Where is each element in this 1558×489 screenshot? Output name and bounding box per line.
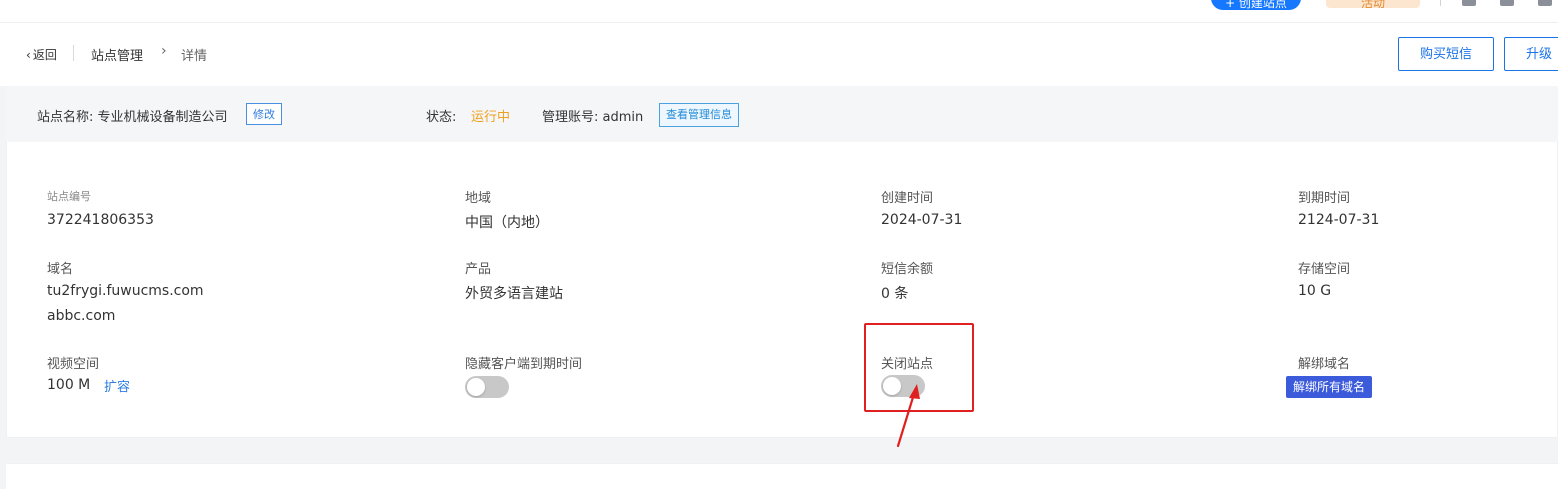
top-separator	[1440, 0, 1441, 6]
site-name-text: 站点名称: 专业机械设备制造公司	[37, 110, 228, 125]
status-label: 状态:	[426, 110, 457, 125]
hide-expire-toggle[interactable]	[465, 376, 509, 398]
promo-button[interactable]: 活动	[1326, 0, 1420, 8]
domain-label: 域名	[47, 262, 74, 277]
page-header: ‹ 返回 站点管理 › 详情 购买短信 升级	[0, 23, 1558, 86]
domain-value: abbc.com	[47, 308, 116, 324]
breadcrumb-site-management[interactable]: 站点管理	[91, 45, 143, 64]
domain-value: tu2frygi.fuwucms.com	[47, 283, 204, 299]
view-admin-info-button[interactable]: 查看管理信息	[659, 103, 739, 127]
region-label: 地域	[465, 191, 492, 206]
unbind-all-domains-button[interactable]: 解绑所有域名	[1286, 376, 1373, 398]
sms-balance-value: 0 条	[881, 286, 909, 302]
status-value: 运行中	[471, 110, 511, 125]
message-icon[interactable]	[1500, 0, 1514, 6]
bottom-panel	[6, 463, 1558, 489]
upgrade-button[interactable]: 升级	[1504, 37, 1558, 71]
expire-time-label: 到期时间	[1298, 191, 1351, 206]
created-time-label: 创建时间	[881, 191, 934, 206]
expand-capacity-link[interactable]: 扩容	[104, 376, 130, 395]
toggle-knob	[467, 378, 485, 396]
chevron-right-icon: ›	[161, 43, 167, 59]
expire-time-value: 2124-07-31	[1298, 212, 1380, 228]
video-space-value: 100 M	[47, 377, 91, 393]
sms-balance-label: 短信余额	[881, 262, 934, 277]
top-bar: + 创建站点 活动	[0, 0, 1558, 23]
site-id-label: 站点编号	[47, 190, 91, 203]
video-space-label: 视频空间	[47, 357, 100, 372]
back-label: 返回	[32, 48, 57, 62]
bell-icon[interactable]	[1538, 0, 1552, 6]
grid-icon[interactable]	[1462, 0, 1476, 6]
admin-account-text: 管理账号: admin	[542, 110, 644, 125]
site-id-value: 372241806353	[47, 212, 154, 228]
site-detail-panel: 站点编号 372241806353 地域 中国（内地） 创建时间 2024-07…	[6, 142, 1558, 438]
region-value: 中国（内地）	[465, 215, 549, 231]
storage-label: 存储空间	[1298, 262, 1351, 277]
breadcrumb-detail: 详情	[181, 49, 208, 64]
annotation-arrow-icon	[896, 384, 920, 448]
buy-sms-button[interactable]: 购买短信	[1398, 37, 1494, 71]
unbind-domain-label: 解绑域名	[1298, 357, 1351, 372]
product-label: 产品	[465, 262, 492, 277]
back-link[interactable]: ‹ 返回	[26, 46, 57, 63]
divider	[73, 45, 74, 61]
created-time-value: 2024-07-31	[881, 212, 963, 228]
chevron-left-icon: ‹	[26, 48, 31, 62]
product-value: 外贸多语言建站	[465, 286, 563, 302]
storage-value: 10 G	[1298, 283, 1332, 299]
hide-expire-label: 隐藏客户端到期时间	[465, 357, 583, 372]
site-info-bar: 站点名称: 专业机械设备制造公司 修改 状态: 运行中 管理账号: admin …	[6, 86, 1558, 142]
edit-site-name-button[interactable]: 修改	[246, 103, 282, 125]
create-site-button[interactable]: + 创建站点	[1211, 0, 1301, 10]
